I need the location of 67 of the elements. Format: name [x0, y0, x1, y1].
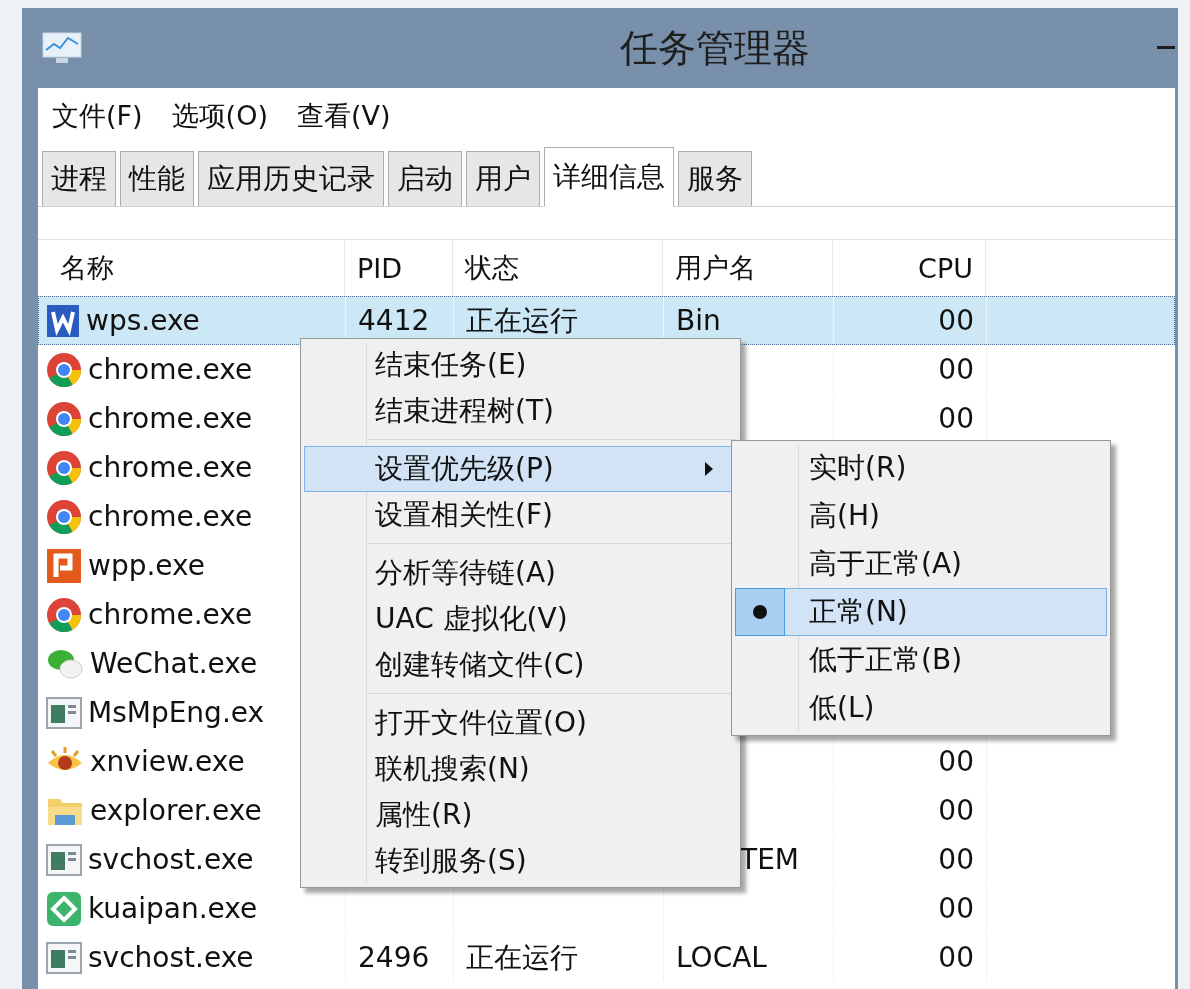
process-name: chrome.exe	[88, 598, 253, 631]
table-cell: TEM	[740, 843, 799, 876]
process-name: chrome.exe	[88, 500, 253, 533]
table-cell: 00	[938, 892, 974, 925]
table-cell: 00	[938, 353, 974, 386]
tab[interactable]: 启动	[388, 151, 462, 206]
submenu-item[interactable]: 正常(N)	[735, 588, 1107, 636]
table-cell: 2496	[358, 941, 430, 974]
process-name: MsMpEng.ex	[88, 696, 265, 729]
tab[interactable]: 详细信息	[544, 147, 674, 207]
context-menu-item[interactable]: 转到服务(S)	[304, 838, 737, 884]
document-icon	[46, 303, 80, 338]
process-name: chrome.exe	[88, 451, 253, 484]
process-name: chrome.exe	[88, 402, 253, 435]
application-window-icon	[46, 842, 82, 877]
table-cell: 00	[938, 794, 974, 827]
menu-item[interactable]: 查看(V)	[282, 98, 406, 134]
context-menu-item[interactable]: 结束进程树(T)	[304, 388, 737, 434]
browser-icon	[46, 596, 82, 633]
monitor-chart-icon	[42, 32, 82, 64]
table-cell: 00	[938, 304, 974, 337]
process-name: svchost.exe	[88, 941, 254, 974]
submenu-item[interactable]: 实时(R)	[735, 444, 1107, 492]
menu-item[interactable]: 选项(O)	[157, 98, 283, 134]
submenu-item[interactable]: 高(H)	[735, 492, 1107, 540]
table-cell: LOCAL	[676, 941, 767, 974]
process-name: chrome.exe	[88, 353, 253, 386]
table-cell: 00	[938, 402, 974, 435]
process-name: WeChat.exe	[90, 647, 258, 680]
application-window-icon	[46, 695, 82, 730]
table-cell: 4412	[358, 304, 430, 337]
process-name: xnview.exe	[90, 745, 245, 778]
tab[interactable]: 用户	[466, 151, 540, 206]
tab[interactable]: 应用历史记录	[198, 151, 384, 206]
process-name: wps.exe	[86, 304, 200, 337]
application-window-icon	[46, 940, 82, 975]
table-cell: 00	[938, 941, 974, 974]
tab[interactable]: 服务	[678, 151, 752, 206]
context-menu-item[interactable]: 联机搜索(N)	[304, 746, 737, 792]
window-title: 任务管理器	[620, 24, 810, 72]
browser-icon	[46, 351, 82, 388]
tab[interactable]: 进程	[42, 151, 116, 206]
table-cell-text: 正在运行	[466, 939, 578, 976]
slides-icon	[46, 547, 82, 584]
table-cell: Bin	[676, 304, 721, 337]
minimize-icon[interactable]	[1157, 45, 1175, 51]
browser-icon	[46, 449, 82, 486]
submenu-item[interactable]: 低(L)	[735, 684, 1107, 732]
tab[interactable]: 性能	[120, 151, 194, 206]
process-name: kuaipan.exe	[88, 892, 258, 925]
table-row[interactable]: wps.exe 4412 正在运行 Bin 00	[38, 296, 1175, 345]
table-cell: 00	[938, 843, 974, 876]
submenu-item[interactable]: 低于正常(B)	[735, 636, 1107, 684]
process-name: svchost.exe	[88, 843, 254, 876]
process-name: wpp.exe	[88, 549, 206, 582]
table-row[interactable]: svchost.exe 2496 正在运行 LOCAL 00	[38, 933, 1175, 982]
process-name: explorer.exe	[90, 794, 262, 827]
submenu-arrow-icon	[704, 461, 714, 477]
table-cell: 00	[938, 745, 974, 778]
context-menu-item[interactable]: 属性(R)	[304, 792, 737, 838]
menu-item[interactable]: 文件(F)	[38, 98, 158, 134]
context-menu-item[interactable]: 结束任务(E)	[304, 342, 737, 388]
submenu-item[interactable]: 高于正常(A)	[735, 540, 1107, 588]
table-cell-text: 正在运行	[466, 302, 578, 339]
browser-icon	[46, 400, 82, 437]
browser-icon	[46, 498, 82, 535]
diamond-logo-icon	[46, 890, 82, 927]
